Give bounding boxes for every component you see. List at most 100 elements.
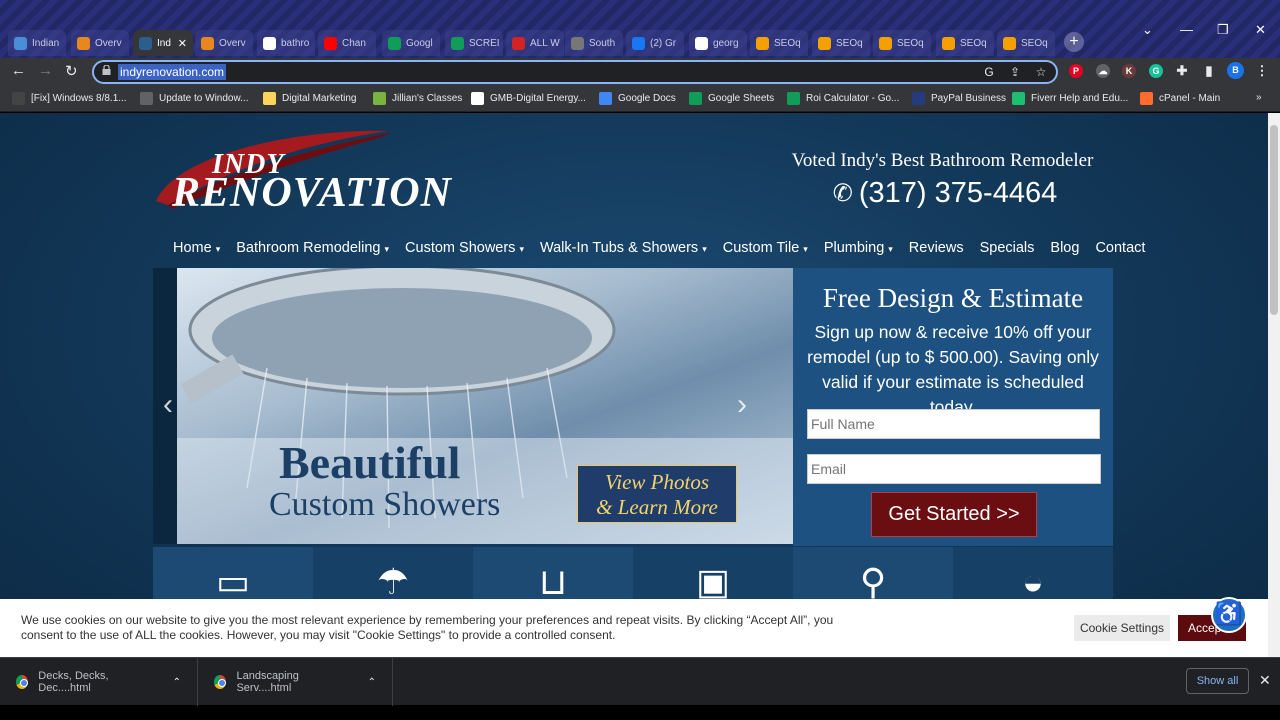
extensions-puzzle-icon[interactable]: ✚	[1175, 64, 1189, 78]
browser-tab[interactable]: Chan	[318, 30, 376, 56]
url-text[interactable]: indyrenovation.com	[118, 64, 227, 80]
bookmark-item[interactable]: GMB-Digital Energy...	[471, 92, 586, 105]
bookmark-item[interactable]: Update to Window...	[140, 92, 249, 105]
tab-strip: Indian Overv Ind ✕ Overv bathro Chan Googl SCREI…	[0, 0, 1280, 58]
menu-kebab-icon[interactable]: ⋮	[1255, 64, 1269, 78]
nav-item-label: Home	[173, 240, 212, 256]
get-started-button[interactable]: Get Started >>	[871, 492, 1037, 537]
browser-tab[interactable]: South	[565, 30, 623, 56]
browser-tab[interactable]: Googl	[382, 30, 440, 56]
email-input[interactable]	[807, 454, 1101, 484]
bookmark-item[interactable]: Google Sheets	[689, 92, 774, 105]
download-item[interactable]: Landscaping Serv....html ⌃	[198, 658, 393, 706]
bookmark-item[interactable]: Fiverr Help and Edu...	[1012, 92, 1128, 105]
phone-number[interactable]: ✆ (317) 375-4464	[790, 177, 1100, 210]
cloud-extension-icon[interactable]: ☁	[1096, 64, 1110, 78]
browser-tab[interactable]: SEOq	[936, 30, 994, 56]
chrome-file-icon	[16, 675, 29, 689]
chevron-up-icon[interactable]: ⌃	[173, 677, 181, 688]
accessibility-icon[interactable]: ♿	[1211, 597, 1247, 633]
side-panel-icon[interactable]: ▮	[1202, 64, 1216, 78]
minimize-icon[interactable]: —	[1180, 22, 1193, 37]
full-name-input[interactable]	[807, 409, 1100, 439]
download-item[interactable]: Decks, Decks, Dec....html ⌃	[0, 658, 198, 706]
browser-tab[interactable]: georg	[689, 30, 747, 56]
download-filename: Landscaping Serv....html	[236, 670, 299, 694]
browser-tab[interactable]: (2) Gr	[626, 30, 684, 56]
browser-tab[interactable]: SEOq	[997, 30, 1055, 56]
tab-label: SEOq	[836, 37, 863, 49]
bookmark-star-icon[interactable]: ☆	[1034, 65, 1048, 79]
close-tab-icon[interactable]: ✕	[178, 37, 187, 50]
bookmark-item[interactable]: [Fix] Windows 8/8.1...	[12, 92, 127, 105]
download-filename: Decks, Decks, Dec....html	[38, 670, 109, 694]
nav-item[interactable]: Bathroom Remodeling ▾	[228, 237, 397, 259]
bookmark-item[interactable]: Roi Calculator - Go...	[787, 92, 899, 105]
nav-item[interactable]: Home ▾	[165, 237, 228, 259]
profile-avatar[interactable]: B	[1227, 62, 1244, 79]
google-lens-icon[interactable]: G	[982, 65, 996, 79]
lock-icon[interactable]	[102, 65, 111, 75]
slider-next-icon[interactable]: ›	[737, 388, 747, 422]
nav-item-label: Plumbing	[823, 240, 885, 256]
browser-tab[interactable]: SEOq	[812, 30, 870, 56]
maximize-icon[interactable]: ❐	[1217, 22, 1229, 38]
browser-tab[interactable]: Ind ✕	[133, 30, 193, 56]
bookmark-label: cPanel - Main	[1159, 93, 1221, 104]
bookmark-label: Fiverr Help and Edu...	[1031, 93, 1129, 104]
scrollbar-thumb[interactable]	[1270, 125, 1278, 315]
nav-item[interactable]: Custom Showers ▾	[397, 237, 532, 259]
bookmark-item[interactable]: Jillian's Classes	[373, 92, 462, 105]
tab-search-icon[interactable]: ⌄	[1142, 22, 1153, 38]
phone-icon: ✆	[832, 180, 853, 207]
page-scrollbar[interactable]	[1268, 113, 1280, 657]
showerhead-icon: ☂	[376, 561, 410, 602]
nav-item[interactable]: Specials	[972, 237, 1043, 259]
close-icon[interactable]: ✕	[1259, 672, 1271, 689]
bookmark-item[interactable]: Google Docs	[599, 92, 676, 105]
more-bookmarks-icon[interactable]: »	[1256, 92, 1262, 103]
bookmark-item[interactable]: Digital Marketing	[263, 92, 356, 105]
show-all-button[interactable]: Show all	[1186, 668, 1249, 694]
browser-tab[interactable]: SEOq	[873, 30, 931, 56]
nav-item[interactable]: Reviews	[901, 237, 972, 259]
hero-slider: Beautiful Custom Showers View Photos & L…	[153, 268, 793, 544]
new-tab-button[interactable]: +	[1064, 32, 1084, 52]
check-icon	[14, 36, 27, 50]
back-icon[interactable]: ←	[11, 62, 26, 79]
bookmark-item[interactable]: cPanel - Main	[1140, 92, 1220, 105]
browser-tab[interactable]: Indian	[8, 30, 66, 56]
nav-item[interactable]: Contact	[1087, 237, 1153, 259]
k-extension-icon[interactable]: K	[1122, 64, 1136, 78]
browser-tab[interactable]: Overv	[71, 30, 129, 56]
sq-icon	[879, 36, 892, 50]
chevron-up-icon[interactable]: ⌃	[368, 677, 376, 688]
browser-tab[interactable]: SCREI	[445, 30, 503, 56]
browser-tab[interactable]: Overv	[195, 30, 253, 56]
pinterest-extension-icon[interactable]: P	[1069, 64, 1083, 78]
nav-item[interactable]: Custom Tile ▾	[715, 237, 816, 259]
nav-item[interactable]: Walk-In Tubs & Showers ▾	[532, 237, 715, 259]
nav-item[interactable]: Blog	[1042, 237, 1087, 259]
phone-text[interactable]: (317) 375-4464	[859, 177, 1057, 210]
browser-tab[interactable]: SEOq	[750, 30, 808, 56]
site-logo[interactable]: INDY RENOVATION	[148, 123, 458, 223]
address-bar[interactable]: indyrenovation.com G ⇪ ☆	[92, 60, 1058, 84]
close-window-icon[interactable]: ✕	[1255, 22, 1266, 38]
nav-item[interactable]: Plumbing ▾	[816, 237, 901, 259]
cta-line-1: View Photos	[604, 470, 709, 494]
share-icon[interactable]: ⇪	[1008, 65, 1022, 79]
browser-tab[interactable]: ALL W	[506, 30, 564, 56]
forward-icon[interactable]: →	[38, 62, 53, 79]
slider-prev-icon[interactable]: ‹	[163, 388, 173, 422]
bookmark-item[interactable]: PayPal Business	[912, 92, 1006, 105]
cookie-settings-button[interactable]: Cookie Settings	[1074, 615, 1170, 641]
tab-label: (2) Gr	[650, 37, 677, 49]
reload-icon[interactable]: ↻	[65, 62, 78, 80]
browser-tab[interactable]: bathro	[257, 30, 315, 56]
sheets-icon	[787, 92, 800, 105]
view-photos-button[interactable]: View Photos & Learn More	[577, 465, 737, 523]
shower-image[interactable]: Beautiful Custom Showers View Photos & L…	[177, 268, 793, 544]
sq-icon	[1003, 36, 1016, 50]
grammarly-extension-icon[interactable]: G	[1149, 64, 1163, 78]
